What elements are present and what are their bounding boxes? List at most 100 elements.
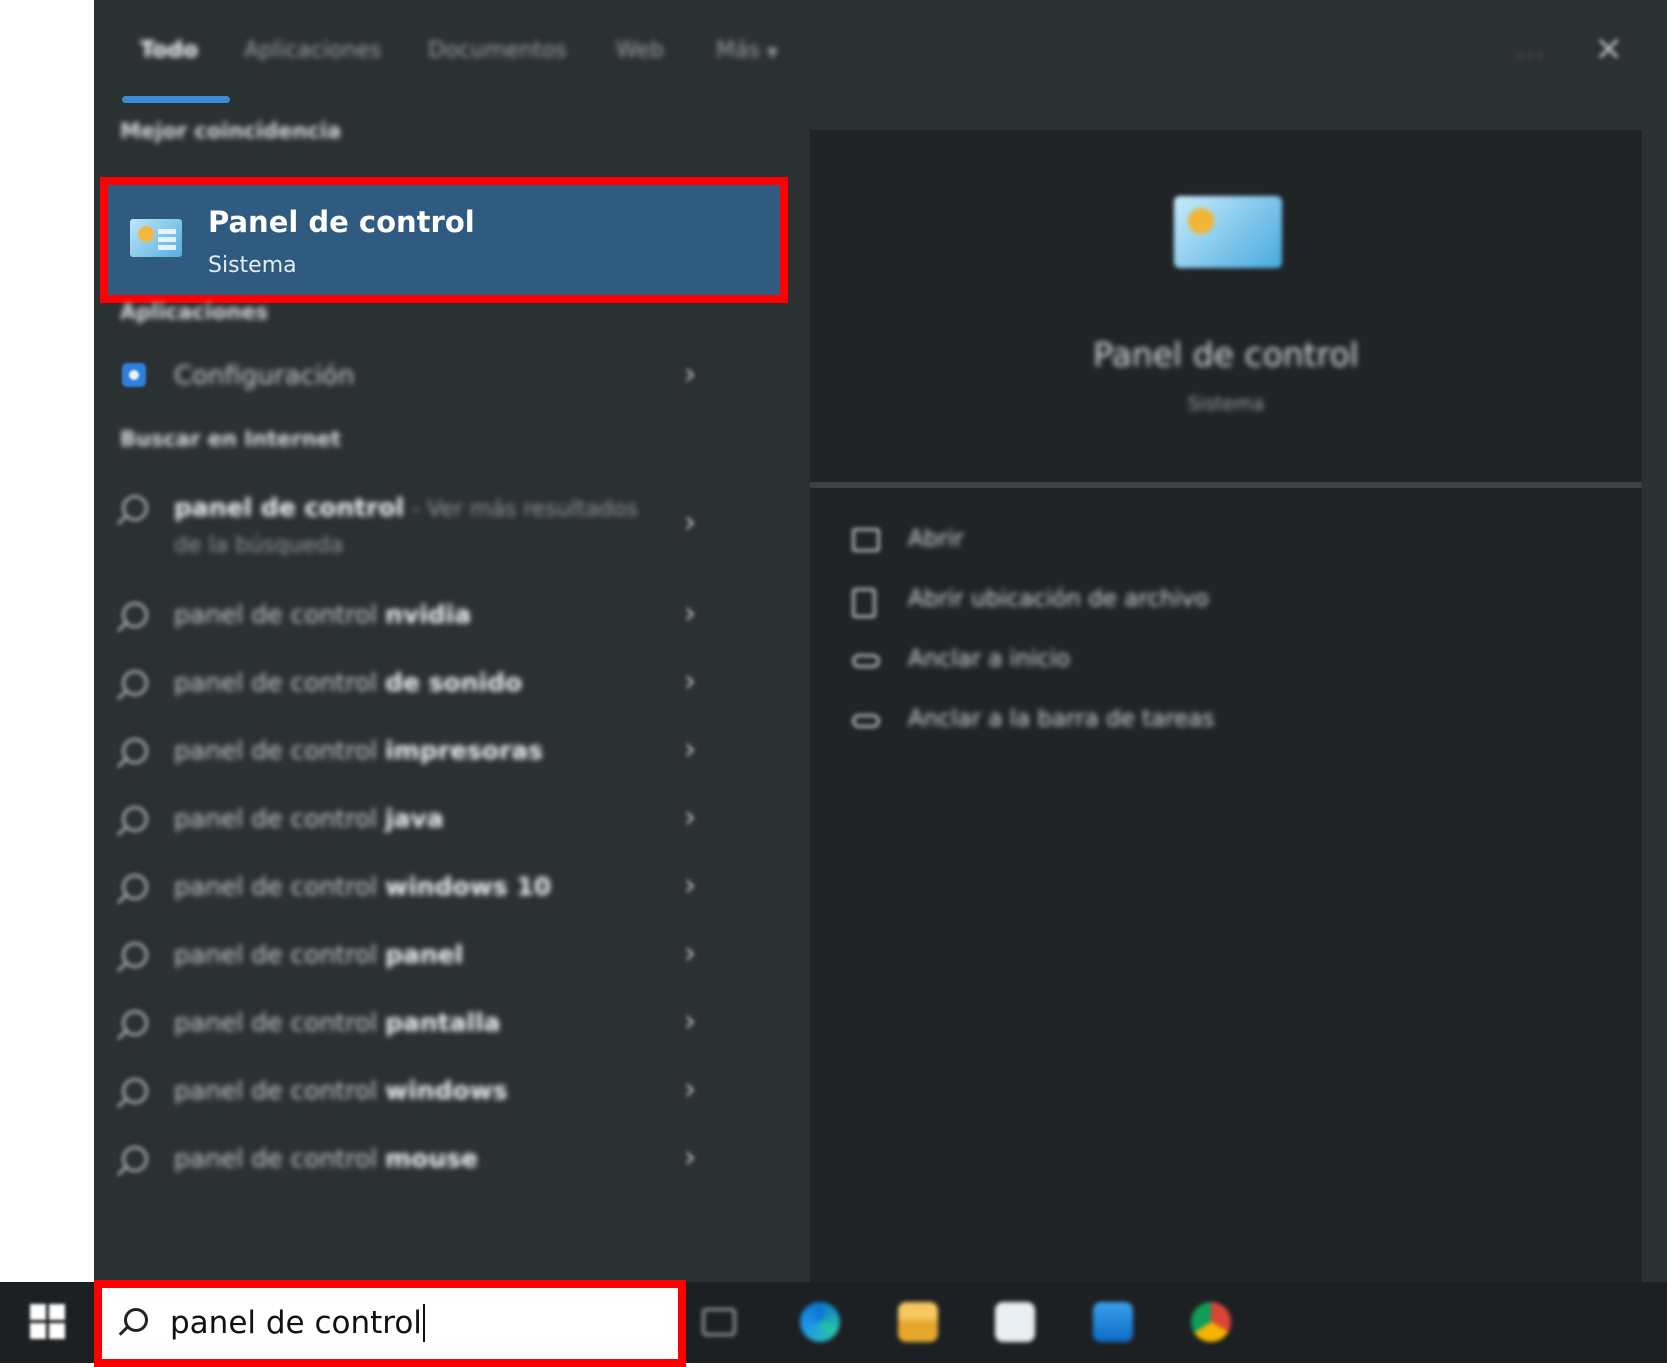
search-icon: [124, 1308, 148, 1332]
windows-logo-pane: [30, 1304, 46, 1320]
settings-gear-icon: [122, 363, 146, 387]
open-icon: [852, 528, 880, 552]
web-result-query: panel de control: [174, 600, 386, 629]
mail-icon[interactable]: [1093, 1302, 1133, 1342]
web-result-suffix: windows 10: [385, 872, 552, 901]
web-result-suffix: pantalla: [385, 1008, 501, 1037]
web-result-query: panel de control: [174, 736, 386, 765]
control-panel-icon: [130, 219, 182, 257]
web-result-label: panel de control pantalla: [174, 1008, 501, 1037]
web-result-query: panel de control: [174, 1076, 386, 1105]
tab-web[interactable]: Web: [616, 38, 664, 63]
preview-divider: [810, 482, 1642, 488]
web-result-query: panel de control: [174, 804, 386, 833]
web-result-label: panel de control panel: [174, 940, 463, 969]
search-icon: [122, 738, 148, 764]
search-input[interactable]: panel de control: [170, 1304, 425, 1342]
taskbar-search-box[interactable]: panel de control: [94, 1280, 686, 1367]
web-result-3[interactable]: panel de control impresoras ›: [94, 728, 784, 788]
chevron-right-icon[interactable]: ›: [684, 1004, 696, 1039]
tab-aplicaciones[interactable]: Aplicaciones: [244, 38, 381, 63]
file-explorer-icon[interactable]: [898, 1302, 938, 1342]
web-result-query: panel de control: [174, 872, 386, 901]
chevron-right-icon[interactable]: ›: [684, 357, 696, 392]
file-location-icon: [852, 588, 876, 618]
tab-mas[interactable]: Más ▼: [716, 38, 778, 63]
web-result-1[interactable]: panel de control nvidia ›: [94, 592, 784, 652]
app-result-label: Configuración: [174, 361, 355, 391]
tab-documentos[interactable]: Documentos: [428, 38, 567, 63]
preview-subtitle: Sistema: [1187, 393, 1265, 415]
web-result-label: panel de control windows: [174, 1076, 508, 1105]
chevron-right-icon[interactable]: ›: [684, 1072, 696, 1107]
web-result-suffix: mouse: [385, 1144, 478, 1173]
web-result-8[interactable]: panel de control windows ›: [94, 1068, 784, 1128]
results-list: Mejor coincidencia Panel de control Sist…: [94, 105, 788, 1282]
apps-heading: Aplicaciones: [120, 300, 269, 324]
web-result-extra: - Ver más resultados: [412, 497, 638, 522]
store-icon[interactable]: [995, 1302, 1035, 1342]
web-result-suffix: windows: [385, 1076, 508, 1105]
windows-logo-pane: [30, 1323, 46, 1339]
best-match-result[interactable]: Panel de control Sistema: [100, 177, 788, 303]
app-result-configuracion[interactable]: Configuración ›: [94, 349, 784, 403]
chevron-right-icon[interactable]: ›: [684, 800, 696, 835]
web-result-suffix: nvidia: [385, 600, 472, 629]
web-result-query: panel de control: [174, 940, 386, 969]
web-result-line2: de la búsqueda: [174, 533, 344, 558]
action-label: Anclar a inicio: [908, 646, 1071, 672]
action-label: Abrir: [908, 526, 964, 552]
chevron-right-icon[interactable]: ›: [684, 596, 696, 631]
action-label: Anclar a la barra de tareas: [908, 706, 1215, 732]
taskbar: panel de control: [0, 1280, 1667, 1367]
web-result-label: panel de control impresoras: [174, 736, 543, 765]
chrome-icon[interactable]: [1191, 1302, 1231, 1342]
web-result-7[interactable]: panel de control pantalla ›: [94, 1000, 784, 1060]
web-result-query: panel de control: [174, 493, 405, 522]
search-icon: [122, 1146, 148, 1172]
chevron-right-icon[interactable]: ›: [684, 868, 696, 903]
web-result-4[interactable]: panel de control java ›: [94, 796, 784, 856]
tab-mas-label[interactable]: Más: [716, 38, 760, 63]
windows-logo-pane: [49, 1304, 65, 1320]
search-icon: [122, 602, 148, 628]
task-view-icon[interactable]: [702, 1308, 736, 1336]
web-result-suffix: de sonido: [385, 668, 523, 697]
chevron-right-icon[interactable]: ›: [684, 664, 696, 699]
preview-header: Panel de control Sistema: [810, 130, 1642, 486]
windows-start-icon[interactable]: [30, 1304, 66, 1340]
best-match-heading: Mejor coincidencia: [120, 119, 342, 143]
web-result-2[interactable]: panel de control de sonido ›: [94, 660, 784, 720]
search-icon: [122, 1078, 148, 1104]
search-icon: [122, 942, 148, 968]
chevron-down-icon: ▼: [766, 45, 778, 61]
edge-icon[interactable]: [800, 1302, 840, 1342]
more-options-icon[interactable]: ···: [1516, 42, 1547, 72]
web-result-0[interactable]: panel de control - Ver más resultados de…: [94, 485, 784, 585]
filter-tab-bar: Todo Aplicaciones Documentos Web Más ▼ ·…: [94, 0, 1667, 105]
web-result-9[interactable]: panel de control mouse ›: [94, 1136, 784, 1196]
web-result-5[interactable]: panel de control windows 10 ›: [94, 864, 784, 924]
web-result-query: panel de control: [174, 1008, 386, 1037]
search-icon: [122, 806, 148, 832]
web-result-suffix: java: [385, 804, 444, 833]
preview-pane: Panel de control Sistema Abrir Abrir ubi…: [810, 130, 1642, 1282]
web-result-query: panel de control: [174, 668, 386, 697]
web-search-heading: Buscar en Internet: [120, 427, 341, 451]
best-match-subtitle: Sistema: [208, 253, 297, 278]
active-tab-indicator: [122, 96, 230, 103]
chevron-right-icon[interactable]: ›: [684, 1140, 696, 1175]
preview-title: Panel de control: [1093, 335, 1359, 374]
search-icon: [122, 874, 148, 900]
web-result-label: panel de control windows 10: [174, 872, 551, 901]
close-icon[interactable]: ✕: [1595, 30, 1624, 70]
web-result-label: panel de control mouse: [174, 1144, 478, 1173]
web-result-label: panel de control - Ver más resultados: [174, 493, 638, 522]
tab-todo[interactable]: Todo: [140, 38, 198, 63]
web-result-label: panel de control de sonido: [174, 668, 522, 697]
chevron-right-icon[interactable]: ›: [684, 505, 696, 540]
pin-taskbar-icon: [852, 714, 880, 728]
web-result-6[interactable]: panel de control panel ›: [94, 932, 784, 992]
chevron-right-icon[interactable]: ›: [684, 936, 696, 971]
chevron-right-icon[interactable]: ›: [684, 732, 696, 767]
